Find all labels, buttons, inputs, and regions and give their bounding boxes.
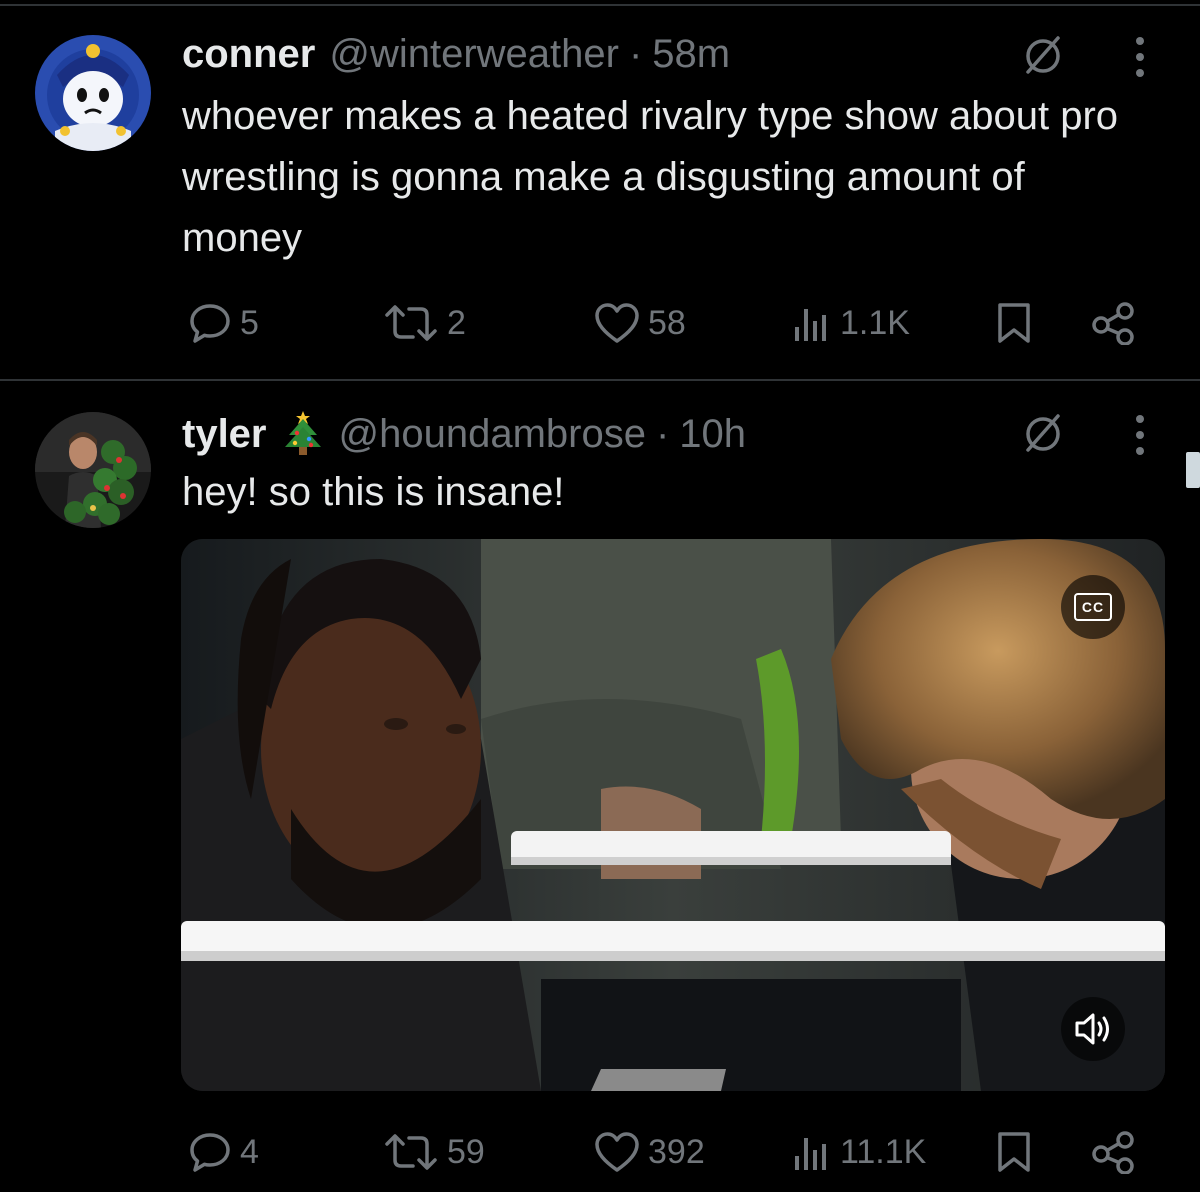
bookmark-button[interactable] — [996, 293, 1032, 353]
tweet-header: conner @winterweather · 58m — [182, 30, 730, 78]
bar-chart-icon — [795, 1138, 826, 1170]
vertical-dots-icon[interactable] — [1125, 410, 1155, 460]
display-name[interactable]: tyler — [182, 412, 267, 457]
avatar[interactable] — [35, 35, 151, 151]
view-count: 11.1K — [840, 1132, 927, 1171]
reply-count: 5 — [240, 303, 259, 342]
views-button[interactable]: 1.1K — [792, 293, 910, 353]
volume-button[interactable] — [1061, 997, 1125, 1061]
like-count: 392 — [648, 1132, 705, 1171]
bar-chart-icon — [795, 309, 826, 341]
tweet-conner[interactable]: conner @winterweather · 58m whoever make… — [0, 0, 1200, 378]
repost-button[interactable]: 59 — [383, 1122, 485, 1182]
tweet-actions: 5 2 58 1.1K — [0, 293, 1200, 353]
user-handle[interactable]: @winterweather — [329, 32, 619, 77]
video-frame — [181, 539, 1165, 1091]
bookmark-icon — [998, 1132, 1030, 1172]
repost-arrows-icon — [385, 1134, 437, 1170]
timestamp[interactable]: 10h — [679, 412, 746, 457]
separator-dot: · — [655, 411, 670, 456]
repost-button[interactable]: 2 — [383, 293, 466, 353]
bookmark-button[interactable] — [996, 1122, 1032, 1182]
christmas-tree-emoji — [281, 409, 325, 459]
share-nodes-icon — [1092, 1131, 1134, 1174]
like-button[interactable]: 58 — [594, 293, 686, 353]
timestamp[interactable]: 58m — [652, 32, 730, 77]
tweet-divider — [0, 379, 1200, 381]
reply-button[interactable]: 5 — [188, 293, 259, 353]
repost-count: 59 — [447, 1132, 485, 1171]
tweet-text: whoever makes a heated rivalry type show… — [182, 94, 1119, 260]
cc-label: CC — [1074, 593, 1112, 621]
share-nodes-icon — [1092, 302, 1134, 345]
user-handle[interactable]: @houndambrose — [339, 412, 646, 457]
bookmark-icon — [998, 303, 1030, 343]
separator-dot: · — [628, 31, 643, 76]
like-button[interactable]: 392 — [594, 1122, 705, 1182]
avatar[interactable] — [35, 412, 151, 528]
repost-arrows-icon — [385, 305, 437, 341]
tweet-header: tyler @houndambrose · 10h — [182, 410, 746, 458]
closed-captions-button[interactable]: CC — [1061, 575, 1125, 639]
display-name[interactable]: conner — [182, 32, 315, 77]
tweet-tyler[interactable]: tyler @houndambrose · 10h hey! so this i… — [0, 382, 1200, 1192]
share-button[interactable] — [1090, 1122, 1136, 1182]
speech-bubble-icon — [190, 304, 230, 343]
like-count: 58 — [648, 303, 686, 342]
speaker-icon — [1075, 1013, 1109, 1045]
view-count: 1.1K — [840, 303, 910, 342]
reply-button[interactable]: 4 — [188, 1122, 259, 1182]
speech-bubble-icon — [190, 1133, 230, 1172]
heart-icon — [595, 303, 639, 343]
heart-icon — [595, 1132, 639, 1172]
vertical-dots-icon[interactable] — [1125, 32, 1155, 82]
video-player[interactable]: CC — [181, 539, 1165, 1091]
slashed-circle-icon[interactable] — [1018, 408, 1068, 458]
tweet-actions: 4 59 392 11.1K — [0, 1122, 1200, 1182]
views-button[interactable]: 11.1K — [792, 1122, 926, 1182]
tweet-text: hey! so this is insane! — [182, 470, 565, 514]
share-button[interactable] — [1090, 293, 1136, 353]
repost-count: 2 — [447, 303, 466, 342]
slashed-circle-icon[interactable] — [1018, 30, 1068, 80]
reply-count: 4 — [240, 1132, 259, 1171]
